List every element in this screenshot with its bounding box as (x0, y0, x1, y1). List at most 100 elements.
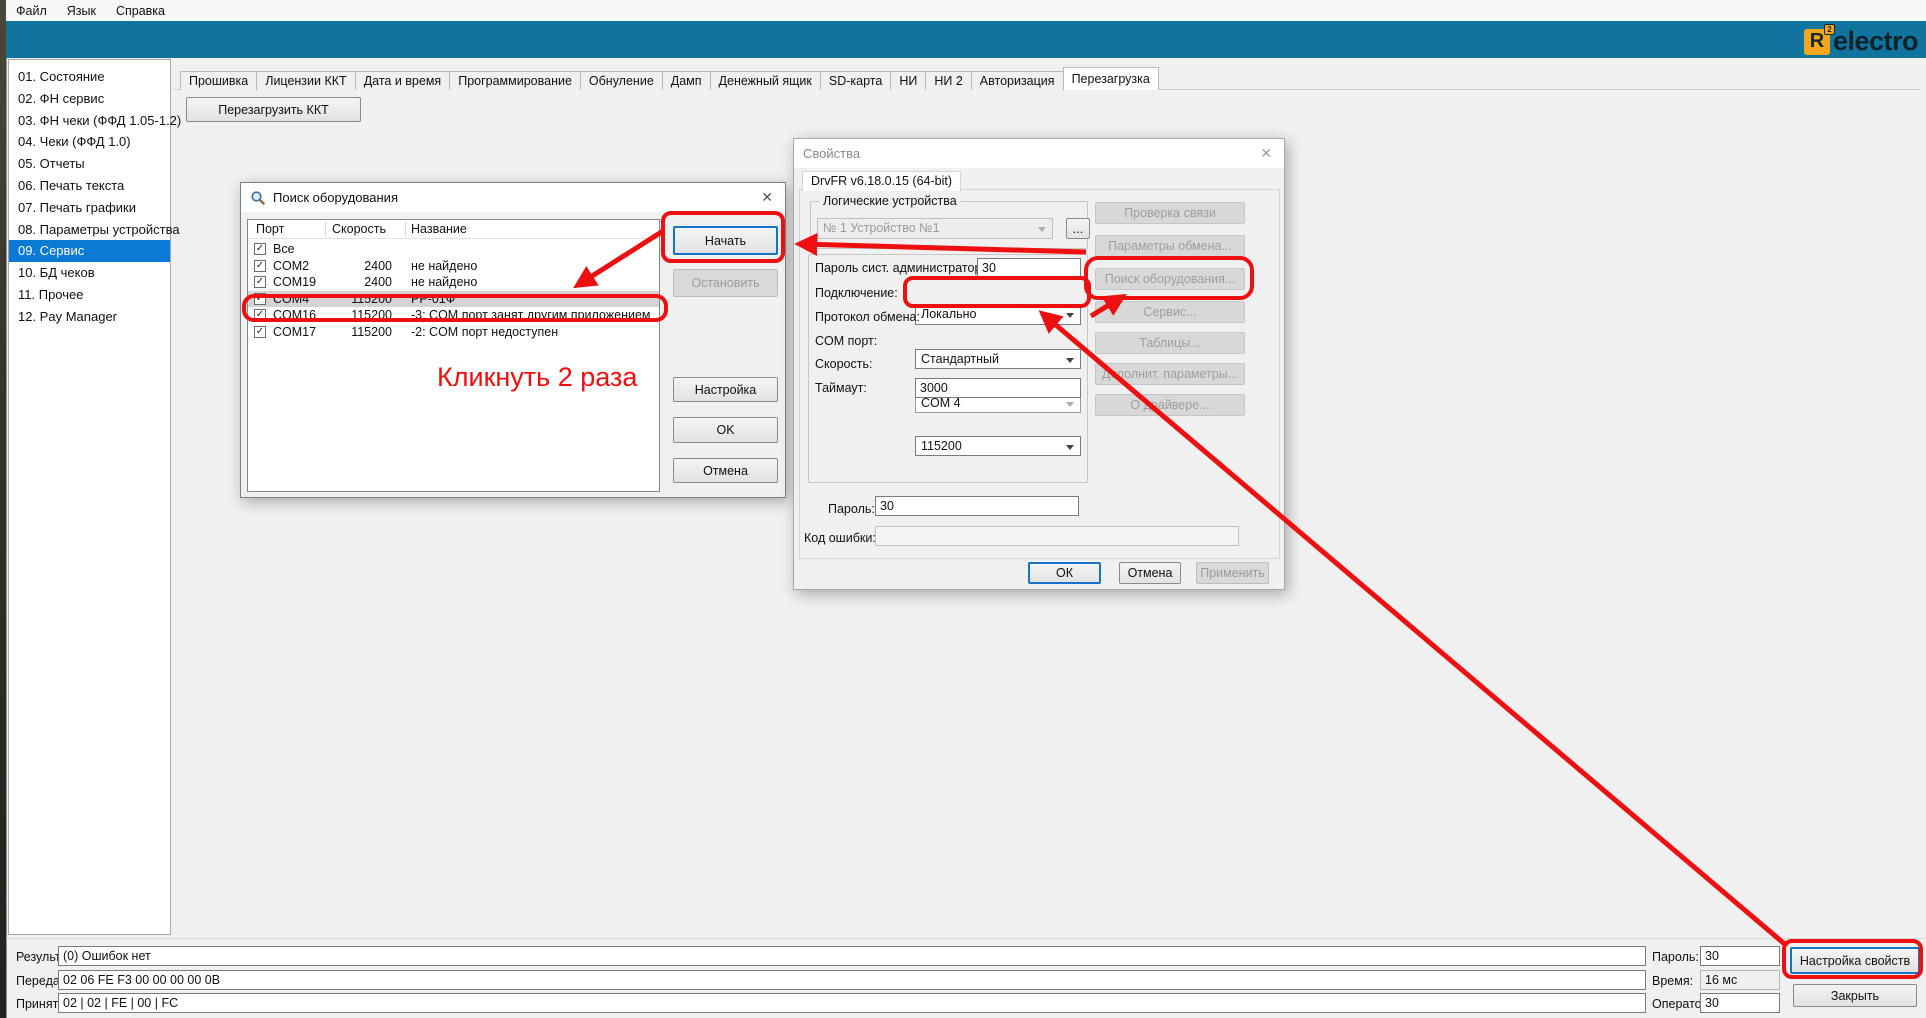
sidebar-item-fn-service[interactable]: 02. ФН сервис (9, 88, 170, 110)
about-driver-button[interactable]: О драйвере... (1095, 394, 1245, 416)
checkbox-checked-icon[interactable]: ✓ (254, 243, 266, 255)
menu-help[interactable]: Справка (106, 2, 175, 20)
properties-ok-button[interactable]: ОК (1028, 562, 1101, 584)
protocol-combobox[interactable]: Стандартный (915, 349, 1081, 369)
sidebar-item-fn-checks[interactable]: 03. ФН чеки (ФФД 1.05-1.2) (9, 110, 170, 132)
sidebar-item-device-params[interactable]: 08. Параметры устройства (9, 219, 170, 241)
column-divider[interactable] (325, 222, 326, 237)
password-input[interactable] (875, 496, 1079, 516)
service-button[interactable]: Сервис... (1095, 301, 1245, 323)
search-stop-button[interactable]: Остановить (673, 269, 778, 297)
checkbox-checked-icon[interactable]: ✓ (254, 309, 266, 321)
search-start-button[interactable]: Начать (673, 226, 778, 255)
exchange-params-button[interactable]: Параметры обмена... (1095, 235, 1245, 257)
name-cell: не найдено (411, 258, 477, 274)
sidebar-item-print-text[interactable]: 06. Печать текста (9, 175, 170, 197)
timeout-label: Таймаут: (815, 381, 867, 395)
received-field[interactable] (58, 993, 1646, 1013)
col-speed: Скорость (332, 222, 386, 236)
error-code-input[interactable] (875, 526, 1239, 546)
tab-authorization[interactable]: Авторизация (971, 71, 1064, 90)
speed-cell: 115200 (326, 307, 392, 323)
logical-device-browse-button[interactable]: ... (1066, 218, 1090, 239)
sent-field[interactable] (58, 970, 1646, 990)
check-connection-button[interactable]: Проверка связи (1095, 202, 1245, 224)
port-cell: COM17 (273, 324, 316, 340)
properties-close-icon[interactable]: ✕ (1260, 145, 1272, 162)
port-row-com2[interactable]: ✓ COM2 2400 не найдено (248, 258, 659, 275)
status-password-input[interactable] (1700, 946, 1780, 966)
com-port-value: COM 4 (921, 396, 961, 410)
tab-zeroing[interactable]: Обнуление (580, 71, 663, 90)
name-cell: РР-01Ф (411, 291, 455, 307)
sidebar-item-check-db[interactable]: 10. БД чеков (9, 262, 170, 284)
extra-params-button[interactable]: Дополнит. параметры... (1095, 363, 1245, 385)
logo-wordmark: electro (1833, 26, 1918, 57)
reboot-kkt-button[interactable]: Перезагрузить ККТ (186, 97, 361, 122)
status-time-field (1700, 970, 1780, 990)
tab-firmware[interactable]: Прошивка (180, 71, 257, 90)
tab-datetime[interactable]: Дата и время (355, 71, 451, 90)
sidebar-item-print-graphics[interactable]: 07. Печать графики (9, 197, 170, 219)
port-cell: COM4 (273, 291, 309, 307)
error-code-label: Код ошибки: (804, 531, 876, 545)
equipment-search-button[interactable]: Поиск оборудования... (1095, 268, 1245, 290)
admin-password-label: Пароль сист. администратора: (815, 261, 992, 275)
properties-setup-button[interactable]: Настройка свойств (1790, 947, 1920, 974)
logical-device-combobox[interactable]: № 1 Устройство №1 (817, 218, 1053, 239)
properties-cancel-button[interactable]: Отмена (1119, 562, 1181, 584)
sidebar-item-service-selected[interactable]: 09. Сервис (9, 240, 170, 262)
sidebar-item-pay-manager[interactable]: 12. Pay Manager (9, 306, 170, 328)
port-row-com19[interactable]: ✓ COM19 2400 не найдено (248, 274, 659, 291)
port-row-com16[interactable]: ✓ COM16 115200 -3: COM порт занят другим… (248, 307, 659, 324)
search-ok-button[interactable]: OK (673, 417, 778, 443)
speed-label: Скорость: (815, 357, 872, 371)
checkbox-checked-icon[interactable]: ✓ (254, 293, 266, 305)
port-row-com17[interactable]: ✓ COM17 115200 -2: COM порт недоступен (248, 324, 659, 341)
properties-apply-button[interactable]: Применить (1196, 562, 1269, 584)
tab-strip: Прошивка Лицензии ККТ Дата и время Прогр… (180, 70, 1158, 90)
status-operator-input[interactable] (1700, 993, 1780, 1013)
tab-ni2[interactable]: НИ 2 (925, 71, 971, 90)
admin-password-input[interactable] (977, 258, 1081, 278)
search-cancel-button[interactable]: Отмена (673, 458, 778, 483)
search-settings-button[interactable]: Настройка (673, 377, 778, 402)
status-password-label: Пароль: (1652, 950, 1699, 964)
checkbox-checked-icon[interactable]: ✓ (254, 260, 266, 272)
tables-button[interactable]: Таблицы... (1095, 332, 1245, 354)
tab-programming[interactable]: Программирование (449, 71, 581, 90)
port-row-com4-highlighted[interactable]: ✓ COM4 115200 РР-01Ф (248, 291, 659, 308)
connection-combobox[interactable]: Локально (915, 304, 1081, 325)
checkbox-checked-icon[interactable]: ✓ (254, 276, 266, 288)
port-row-all[interactable]: ✓ Все (248, 241, 659, 258)
checkbox-checked-icon[interactable]: ✓ (254, 326, 266, 338)
tab-ni[interactable]: НИ (890, 71, 926, 90)
column-divider[interactable] (405, 222, 406, 237)
result-field[interactable] (58, 946, 1646, 966)
chevron-down-icon (1066, 313, 1074, 318)
tab-reboot-active[interactable]: Перезагрузка (1063, 67, 1159, 90)
sidebar-item-other[interactable]: 11. Прочее (9, 284, 170, 306)
tab-licenses[interactable]: Лицензии ККТ (256, 71, 355, 90)
tab-dump[interactable]: Дамп (662, 71, 711, 90)
sidebar-item-reports[interactable]: 05. Отчеты (9, 153, 170, 175)
sidebar-item-state[interactable]: 01. Состояние (9, 66, 170, 88)
drvfr-version-tab[interactable]: DrvFR v6.18.0.15 (64-bit) (802, 171, 961, 192)
ports-list[interactable]: Порт Скорость Название ✓ Все ✓ COM2 2400… (247, 219, 660, 492)
close-app-button[interactable]: Закрыть (1793, 984, 1917, 1007)
speed-combobox[interactable]: 115200 (915, 436, 1081, 456)
protocol-value: Стандартный (921, 352, 999, 366)
sidebar-item-checks[interactable]: 04. Чеки (ФФД 1.0) (9, 131, 170, 153)
timeout-input[interactable] (915, 378, 1081, 398)
search-close-icon[interactable]: ✕ (761, 189, 773, 206)
properties-dialog-title: Свойства (803, 146, 860, 161)
menu-bar: Файл Язык Справка (6, 0, 1926, 21)
magnifier-icon (250, 190, 266, 206)
connection-label: Подключение: (815, 286, 898, 300)
menu-language[interactable]: Язык (57, 2, 106, 20)
menu-file[interactable]: Файл (6, 2, 57, 20)
password-label: Пароль: (828, 502, 875, 516)
tab-cash-drawer[interactable]: Денежный ящик (710, 71, 821, 90)
search-dialog-title: Поиск оборудования (273, 190, 398, 205)
tab-sd-card[interactable]: SD-карта (820, 71, 891, 90)
